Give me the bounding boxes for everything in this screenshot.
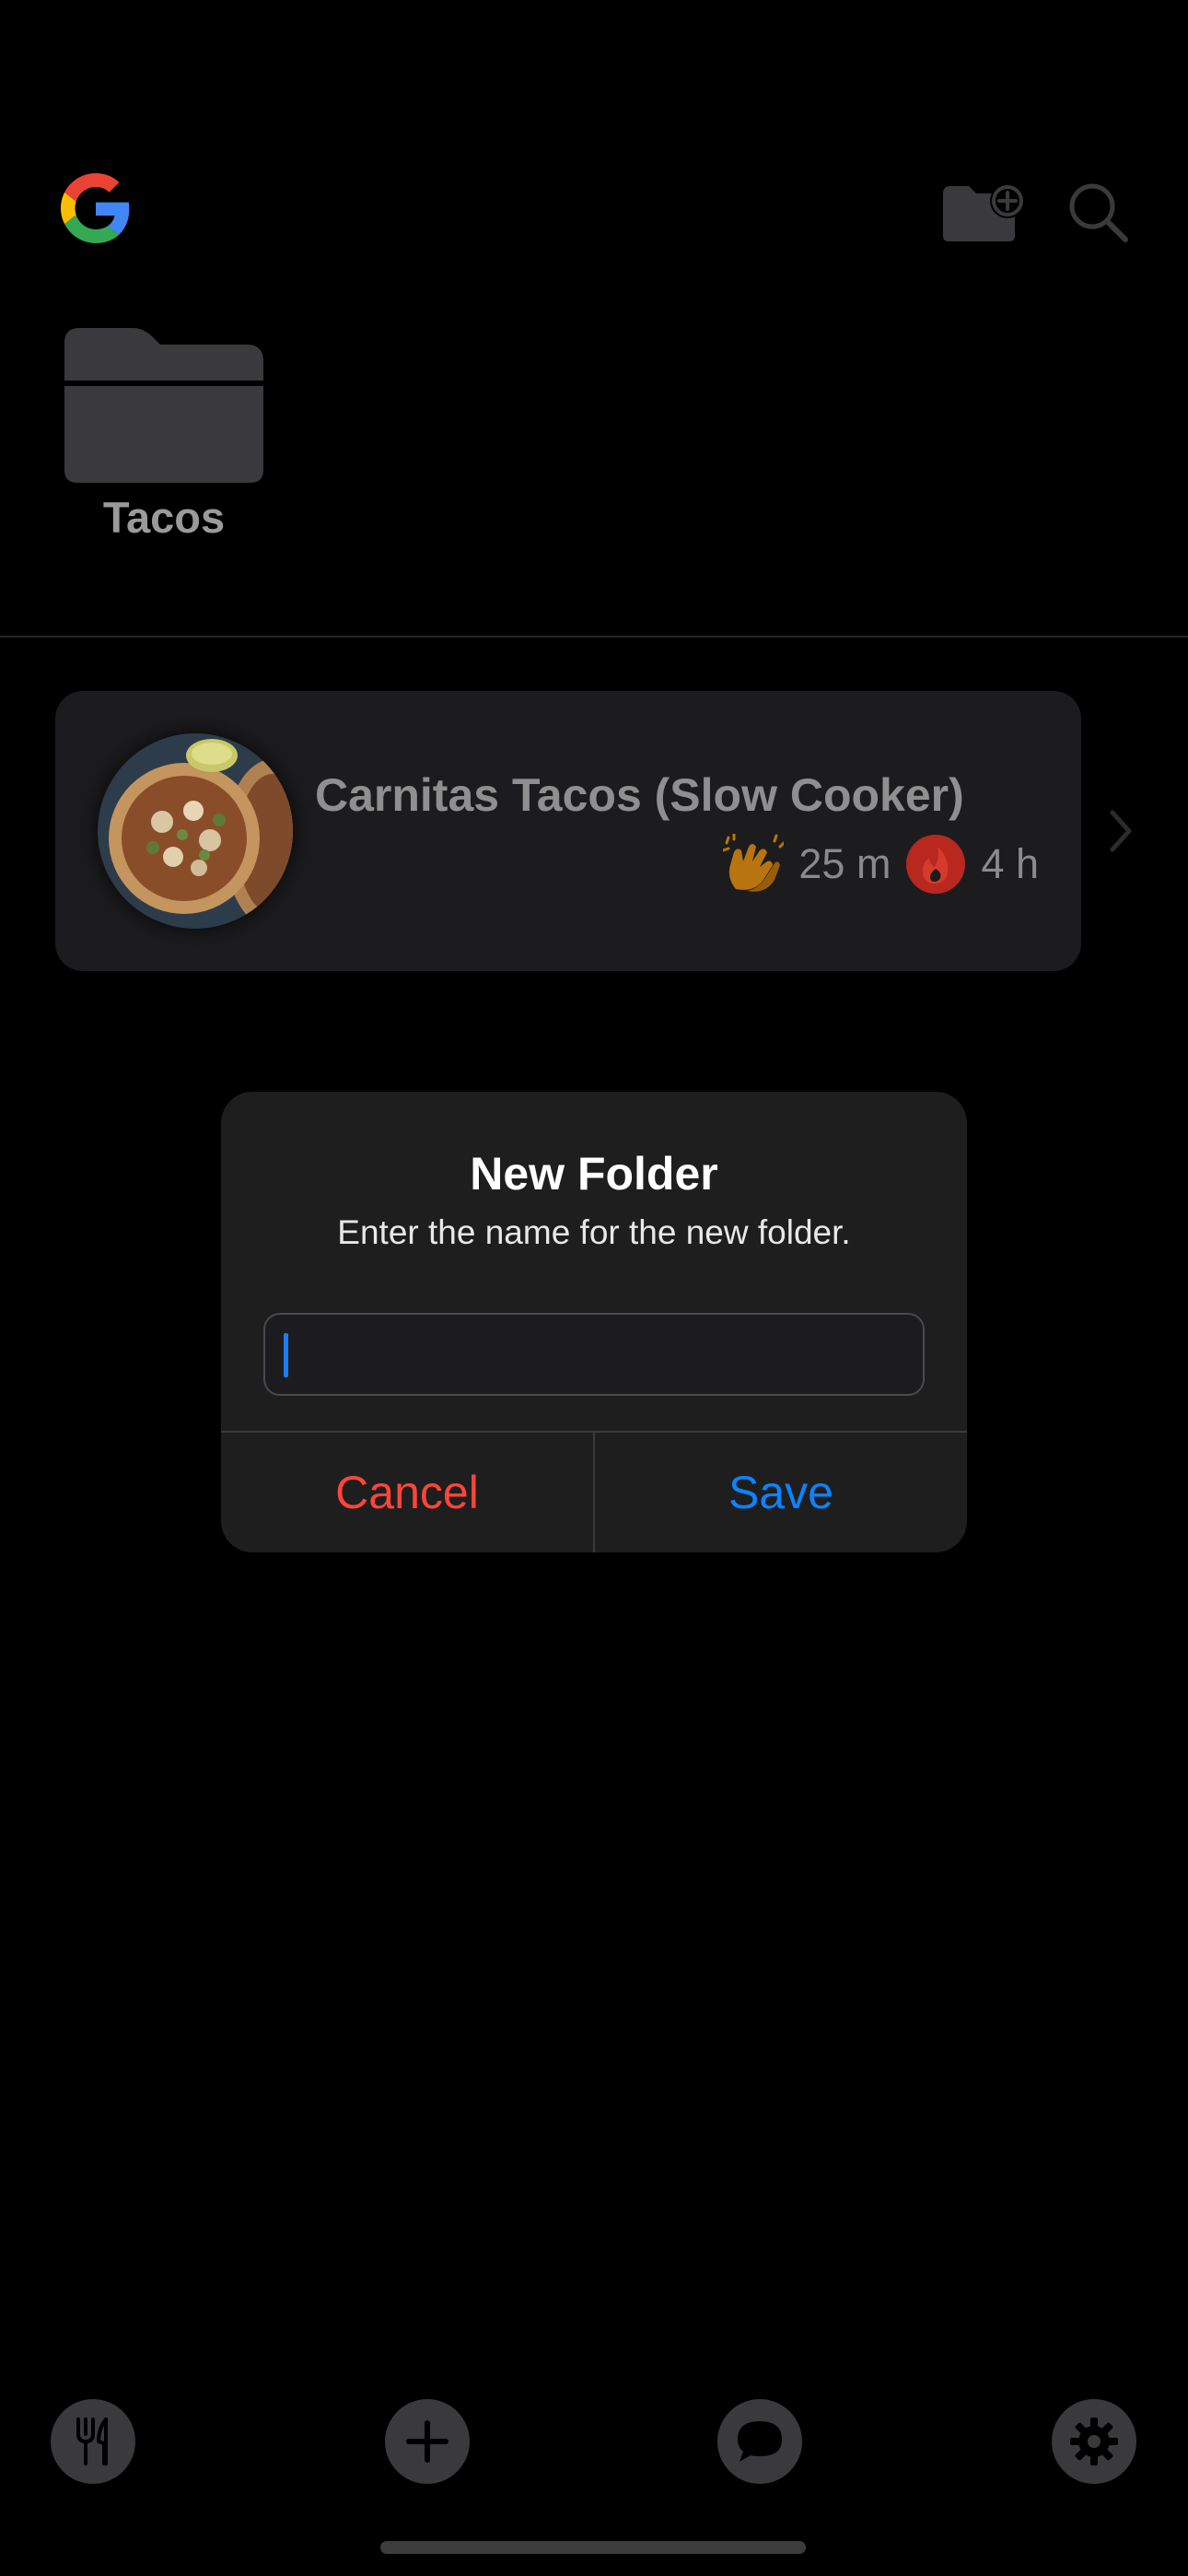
recipe-card[interactable]: Carnitas Tacos (Slow Cooker) 25 m 4 h: [55, 691, 1081, 971]
cancel-button[interactable]: Cancel: [221, 1433, 593, 1552]
dialog-title: New Folder: [470, 1148, 718, 1200]
recipes-tab-button[interactable]: [51, 2399, 135, 2484]
recipe-title: Carnitas Tacos (Slow Cooker): [315, 769, 964, 821]
dialog-message: Enter the name for the new folder.: [337, 1213, 851, 1251]
settings-button[interactable]: [1052, 2399, 1136, 2484]
folder-plus-icon: [943, 183, 1025, 241]
new-folder-button[interactable]: [939, 179, 1028, 245]
chevron-right-icon[interactable]: [1103, 803, 1140, 859]
folder-name-input[interactable]: [263, 1313, 925, 1396]
recipe-meta: 25 m 4 h: [723, 831, 1039, 897]
clapping-hands-icon: [723, 834, 785, 892]
gear-icon: [1070, 2418, 1118, 2465]
fork-knife-icon: [76, 2418, 108, 2465]
folder-tile[interactable]: Tacos: [64, 324, 263, 555]
search-icon: [1069, 183, 1128, 242]
google-logo-icon: [61, 173, 131, 243]
prep-time: 25 m: [798, 840, 891, 887]
chat-button[interactable]: [717, 2399, 802, 2484]
home-indicator: [380, 2541, 806, 2554]
text-cursor: [284, 1333, 288, 1377]
fire-icon: [906, 835, 966, 894]
chat-bubble-icon: [738, 2421, 782, 2462]
add-recipe-button[interactable]: [385, 2399, 470, 2484]
save-button[interactable]: Save: [595, 1433, 967, 1552]
folder-icon: [64, 328, 263, 483]
divider: [0, 636, 1188, 638]
new-folder-dialog: New Folder Enter the name for the new fo…: [221, 1092, 967, 1552]
cook-time: 4 h: [981, 840, 1039, 887]
recipe-thumbnail: [98, 733, 293, 929]
plus-icon: [406, 2420, 448, 2463]
search-button[interactable]: [1065, 179, 1131, 245]
app-screen: Tacos Carnitas Tacos (Slow Cooker) 25 m …: [0, 0, 1188, 2576]
folder-label: Tacos: [102, 493, 226, 542]
